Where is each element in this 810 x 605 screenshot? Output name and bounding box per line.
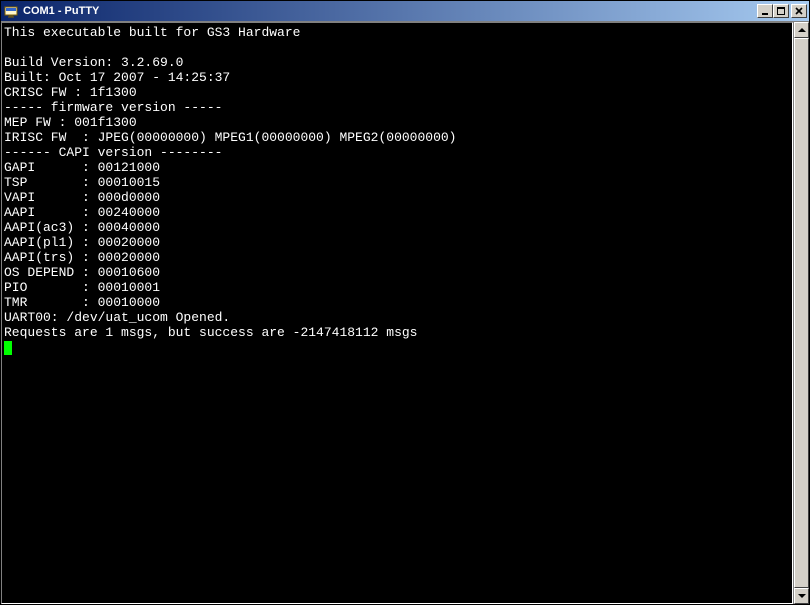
- window-controls: [757, 4, 807, 18]
- close-button[interactable]: [791, 4, 807, 18]
- client-area: This executable built for GS3 Hardware B…: [1, 21, 809, 604]
- putty-icon: [3, 3, 19, 19]
- terminal-area[interactable]: This executable built for GS3 Hardware B…: [1, 22, 793, 604]
- terminal-cursor: [4, 341, 12, 355]
- scroll-up-button[interactable]: [794, 22, 809, 38]
- window-title: COM1 - PuTTY: [23, 3, 757, 19]
- scroll-down-button[interactable]: [794, 588, 809, 604]
- terminal-output: This executable built for GS3 Hardware B…: [4, 25, 792, 603]
- scrollbar-thumb[interactable]: [794, 38, 809, 588]
- maximize-button[interactable]: [773, 4, 789, 18]
- scrollbar-track[interactable]: [794, 38, 809, 588]
- putty-window: COM1 - PuTTY This executable built for G…: [0, 0, 810, 605]
- minimize-button[interactable]: [757, 4, 773, 18]
- titlebar[interactable]: COM1 - PuTTY: [1, 1, 809, 21]
- vertical-scrollbar[interactable]: [793, 22, 809, 604]
